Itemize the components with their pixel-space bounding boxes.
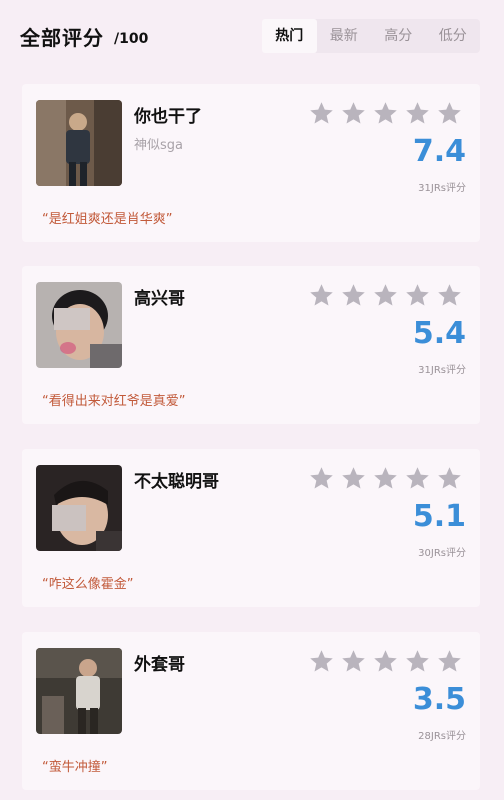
star-icon[interactable] [308, 465, 335, 492]
person-name: 你也干了 [134, 107, 202, 127]
rating-card[interactable]: 不太聪明哥 5.1 30JRs评分 “咋这么像霍金” [22, 449, 480, 607]
person-name: 外套哥 [134, 655, 185, 675]
avatar [36, 100, 122, 186]
top-comment: “看得出来对红爷是真爱” [42, 394, 186, 409]
star-icon[interactable] [436, 100, 463, 127]
star-icon[interactable] [436, 282, 463, 309]
tab-high-score[interactable]: 高分 [371, 19, 426, 53]
review-count: 28JRs评分 [418, 731, 466, 742]
average-score: 3.5 [412, 682, 466, 717]
star-icon[interactable] [372, 100, 399, 127]
star-icon[interactable] [404, 465, 431, 492]
star-rating[interactable] [308, 282, 463, 309]
star-icon[interactable] [340, 282, 367, 309]
average-score: 5.4 [412, 316, 466, 351]
average-score: 5.1 [412, 499, 466, 534]
star-rating[interactable] [308, 465, 463, 492]
avatar [36, 282, 122, 368]
star-rating[interactable] [308, 648, 463, 675]
page-header: 全部评分 /100 热门 最新 高分 低分 [0, 0, 504, 72]
star-icon[interactable] [308, 648, 335, 675]
person-subtitle: 神似sga [134, 138, 183, 153]
tab-latest[interactable]: 最新 [317, 19, 372, 53]
top-comment: “咋这么像霍金” [42, 577, 134, 592]
star-icon[interactable] [372, 282, 399, 309]
star-icon[interactable] [308, 100, 335, 127]
star-icon[interactable] [308, 282, 335, 309]
star-icon[interactable] [436, 465, 463, 492]
avatar [36, 648, 122, 734]
score-scale: /100 [114, 31, 149, 47]
top-comment: “是红姐爽还是肖华爽” [42, 212, 173, 227]
rating-card[interactable]: 你也干了 神似sga 7.4 31JRs评分 “是红姐爽还是肖华爽” [22, 84, 480, 242]
star-icon[interactable] [340, 465, 367, 492]
tab-hot[interactable]: 热门 [262, 19, 317, 53]
rating-card[interactable]: 外套哥 3.5 28JRs评分 “蛮牛冲撞” [22, 632, 480, 790]
review-count: 31JRs评分 [418, 365, 466, 376]
star-icon[interactable] [404, 282, 431, 309]
star-icon[interactable] [436, 648, 463, 675]
star-icon[interactable] [372, 465, 399, 492]
review-count: 31JRs评分 [418, 183, 466, 194]
star-icon[interactable] [372, 648, 399, 675]
person-name: 不太聪明哥 [134, 472, 219, 492]
page-title: 全部评分 [20, 26, 104, 50]
avatar [36, 465, 122, 551]
sort-tabs: 热门 最新 高分 低分 [262, 19, 480, 53]
star-icon[interactable] [340, 648, 367, 675]
top-comment: “蛮牛冲撞” [42, 760, 108, 775]
rating-card[interactable]: 高兴哥 5.4 31JRs评分 “看得出来对红爷是真爱” [22, 266, 480, 424]
tab-low-score[interactable]: 低分 [426, 19, 481, 53]
star-icon[interactable] [340, 100, 367, 127]
star-rating[interactable] [308, 100, 463, 127]
star-icon[interactable] [404, 100, 431, 127]
review-count: 30JRs评分 [418, 548, 466, 559]
star-icon[interactable] [404, 648, 431, 675]
average-score: 7.4 [412, 134, 466, 169]
person-name: 高兴哥 [134, 289, 185, 309]
